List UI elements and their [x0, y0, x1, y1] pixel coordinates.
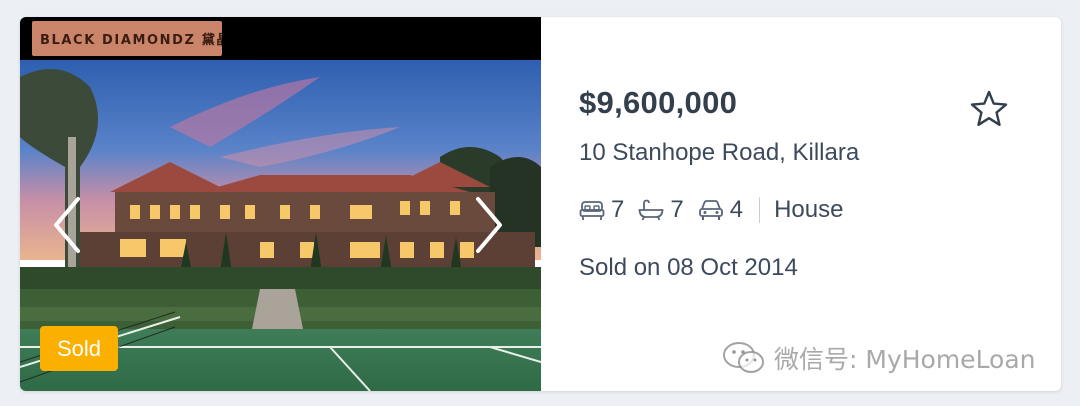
property-type: House	[774, 196, 844, 223]
star-outline-icon[interactable]	[969, 89, 1009, 129]
chevron-left-icon[interactable]	[48, 195, 88, 255]
bedrooms-feature: 7	[579, 196, 624, 224]
listing-photo[interactable]: BLACK DIAMONDZ 黛晶 Sold	[20, 17, 541, 391]
bathrooms-count: 7	[670, 196, 684, 223]
watermark-text: 微信号: MyHomeLoan	[774, 345, 1036, 374]
parking-count: 4	[729, 196, 744, 223]
listing-card[interactable]: BLACK DIAMONDZ 黛晶 Sold $9,600,000 10 Sta…	[20, 17, 1061, 391]
sold-date: Sold on 08 Oct 2014	[579, 254, 798, 281]
listing-info: $9,600,000 10 Stanhope Road, Killara 7 7…	[541, 17, 1061, 391]
wechat-icon	[723, 342, 764, 373]
listing-price: $9,600,000	[579, 85, 738, 120]
parking-feature: 4	[698, 196, 743, 224]
bed-icon	[579, 201, 605, 220]
listing-address[interactable]: 10 Stanhope Road, Killara	[579, 139, 859, 167]
listing-features: 7 7 4 House	[579, 194, 843, 226]
sold-badge: Sold	[40, 326, 118, 371]
features-divider	[759, 197, 761, 223]
bath-icon	[638, 199, 664, 221]
chevron-right-icon[interactable]	[468, 195, 508, 255]
brand-strip: BLACK DIAMONDZ 黛晶	[20, 17, 541, 60]
agency-logo: BLACK DIAMONDZ 黛晶	[32, 21, 222, 56]
wechat-watermark: 微信号: MyHomeLoan	[722, 340, 1036, 376]
bedrooms-count: 7	[611, 196, 625, 223]
bathrooms-feature: 7	[638, 196, 684, 224]
car-icon	[698, 200, 723, 220]
